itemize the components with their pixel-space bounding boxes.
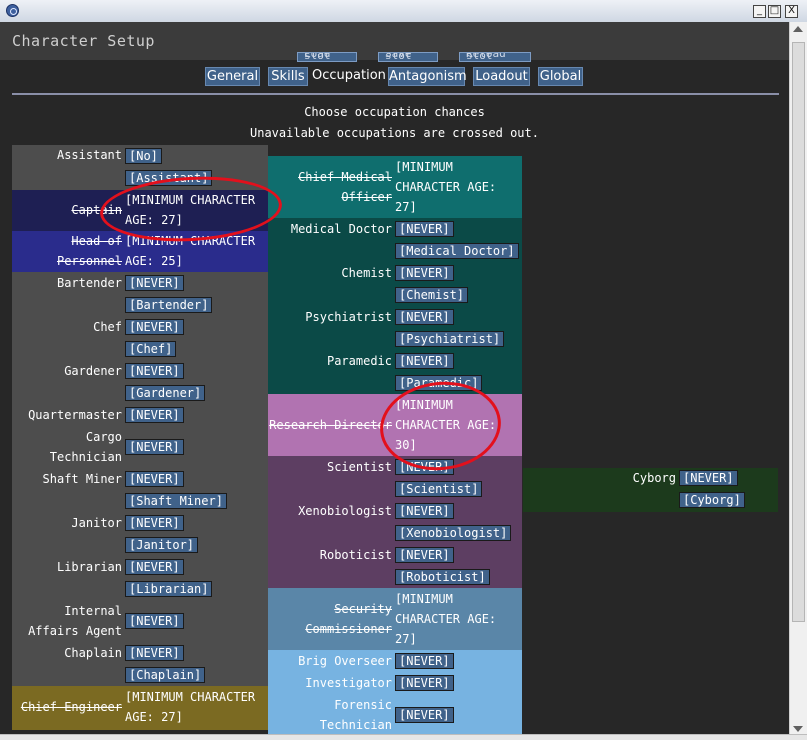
assistant-label: Assistant [56, 148, 122, 162]
chief-engineer-block: Chief Engineer [MINIMUM CHARACTER AGE: 2… [12, 686, 268, 730]
cyborg-never-button[interactable]: [NEVER] [679, 470, 738, 486]
tab-general[interactable]: General [205, 67, 260, 86]
tab-skills[interactable]: Skills [268, 67, 308, 86]
caption-choose: Choose occupation chances [304, 105, 485, 119]
character-setup-window: _ □ X Character Setup Load slot Save slo… [0, 0, 807, 740]
brig-overseer-label: Brig Overseer [298, 654, 392, 668]
research-director-label: Research Director [269, 418, 392, 432]
medical-doctor-never-button[interactable]: [NEVER] [395, 221, 454, 237]
minimize-button[interactable]: _ [753, 5, 766, 18]
cargo-never-button[interactable]: [NEVER] [125, 439, 184, 455]
chief-engineer-age-note: [MINIMUM CHARACTER AGE: 27] [125, 690, 256, 724]
cyborg-label: Cyborg [632, 471, 676, 485]
cmo-age-note: [MINIMUM CHARACTER AGE: 27] [395, 160, 497, 214]
janitor-button[interactable]: [Janitor] [125, 537, 199, 553]
shaft-miner-label: Shaft Miner [42, 472, 122, 486]
scroll-down-icon[interactable] [793, 726, 803, 732]
security-commissioner-block: Security Commissioner [MINIMUM CHARACTER… [268, 588, 522, 650]
maximize-button[interactable]: □ [768, 5, 781, 18]
janitor-never-button[interactable]: [NEVER] [125, 515, 184, 531]
iaa-never-button[interactable]: [NEVER] [125, 613, 184, 629]
paramedic-never-button[interactable]: [NEVER] [395, 353, 454, 369]
civilian-block: Bartender [NEVER] [Bartender] Chef [NEVE… [12, 272, 268, 686]
security-block: Brig Overseer [NEVER] Investigator [NEVE… [268, 650, 522, 734]
cmo-label: Chief Medical Officer [298, 170, 392, 204]
librarian-label: Librarian [56, 560, 122, 574]
psychiatrist-button[interactable]: [Psychiatrist] [395, 331, 505, 347]
app-icon [6, 4, 19, 17]
silicon-block: Cyborg [NEVER] [Cyborg] [523, 468, 778, 512]
save-slot-button[interactable]: Save slot [378, 52, 438, 62]
roboticist-button[interactable]: [Roboticist] [395, 569, 490, 585]
gardener-button[interactable]: [Gardener] [125, 385, 206, 401]
shaft-miner-button[interactable]: [Shaft Miner] [125, 493, 227, 509]
chaplain-button[interactable]: [Chaplain] [125, 667, 206, 683]
roboticist-label: Roboticist [319, 548, 392, 562]
load-slot-button[interactable]: Load slot [297, 52, 357, 62]
medical-block: Medical Doctor [NEVER] [Medical Doctor] … [268, 218, 522, 394]
medical-doctor-label: Medical Doctor [290, 222, 392, 236]
janitor-label: Janitor [71, 516, 122, 530]
tab-antagonism[interactable]: Antagonism [388, 67, 467, 86]
close-button[interactable]: X [785, 5, 798, 18]
psychiatrist-label: Psychiatrist [305, 310, 392, 324]
cargo-label: Cargo Technician [49, 430, 122, 464]
chemist-label: Chemist [341, 266, 392, 280]
page-title: Character Setup [12, 32, 155, 50]
status-bar [0, 734, 807, 740]
cmo-block: Chief Medical Officer [MINIMUM CHARACTER… [268, 156, 522, 218]
gardener-never-button[interactable]: [NEVER] [125, 363, 184, 379]
chaplain-never-button[interactable]: [NEVER] [125, 645, 184, 661]
forensic-technician-never-button[interactable]: [NEVER] [395, 707, 454, 723]
xenobiologist-never-button[interactable]: [NEVER] [395, 503, 454, 519]
medical-doctor-button[interactable]: [Medical Doctor] [395, 243, 519, 259]
chef-button[interactable]: [Chef] [125, 341, 177, 357]
chaplain-label: Chaplain [64, 646, 122, 660]
roboticist-never-button[interactable]: [NEVER] [395, 547, 454, 563]
chef-label: Chef [93, 320, 122, 334]
hop-label: Head of Personnel [56, 234, 122, 268]
reload-slot-button[interactable]: Reload slot [459, 52, 531, 62]
chemist-button[interactable]: [Chemist] [395, 287, 469, 303]
chef-never-button[interactable]: [NEVER] [125, 319, 184, 335]
security-commissioner-age-note: [MINIMUM CHARACTER AGE: 27] [395, 592, 497, 646]
investigator-label: Investigator [305, 676, 392, 690]
bartender-never-button[interactable]: [NEVER] [125, 275, 184, 291]
librarian-never-button[interactable]: [NEVER] [125, 559, 184, 575]
xenobiologist-button[interactable]: [Xenobiologist] [395, 525, 512, 541]
chemist-never-button[interactable]: [NEVER] [395, 265, 454, 281]
investigator-never-button[interactable]: [NEVER] [395, 675, 454, 691]
bartender-button[interactable]: [Bartender] [125, 297, 213, 313]
psychiatrist-never-button[interactable]: [NEVER] [395, 309, 454, 325]
scroll-thumb[interactable] [792, 42, 805, 622]
science-block: Scientist [NEVER] [Scientist] Xenobiolog… [268, 456, 522, 588]
cyborg-button[interactable]: [Cyborg] [679, 492, 745, 508]
scroll-up-icon[interactable] [793, 26, 803, 32]
brig-overseer-never-button[interactable]: [NEVER] [395, 653, 454, 669]
assistant-no-button[interactable]: [No] [125, 148, 162, 164]
tab-bar: General Skills Occupation Antagonism Loa… [0, 67, 789, 87]
gardener-label: Gardener [64, 364, 122, 378]
chief-engineer-label: Chief Engineer [20, 700, 122, 714]
vertical-scrollbar[interactable] [789, 22, 807, 740]
tab-occupation[interactable]: Occupation [312, 67, 386, 86]
caption-unavailable: Unavailable occupations are crossed out. [250, 126, 539, 140]
xenobiologist-label: Xenobiologist [298, 504, 392, 518]
tab-loadout[interactable]: Loadout [473, 67, 530, 86]
shaft-miner-never-button[interactable]: [NEVER] [125, 471, 184, 487]
paramedic-label: Paramedic [326, 354, 392, 368]
quartermaster-never-button[interactable]: [NEVER] [125, 407, 184, 423]
iaa-label: Internal Affairs Agent [28, 604, 122, 638]
divider [12, 93, 779, 95]
tab-global[interactable]: Global [538, 67, 583, 86]
window-titlebar[interactable]: _ □ X [0, 0, 807, 23]
librarian-button[interactable]: [Librarian] [125, 581, 213, 597]
security-commissioner-label: Security Commissioner [305, 602, 392, 636]
scientist-button[interactable]: [Scientist] [395, 481, 483, 497]
forensic-technician-label: Forensic Technician [319, 698, 392, 732]
bartender-label: Bartender [56, 276, 122, 290]
scientist-label: Scientist [326, 460, 392, 474]
quartermaster-label: Quartermaster [28, 408, 122, 422]
